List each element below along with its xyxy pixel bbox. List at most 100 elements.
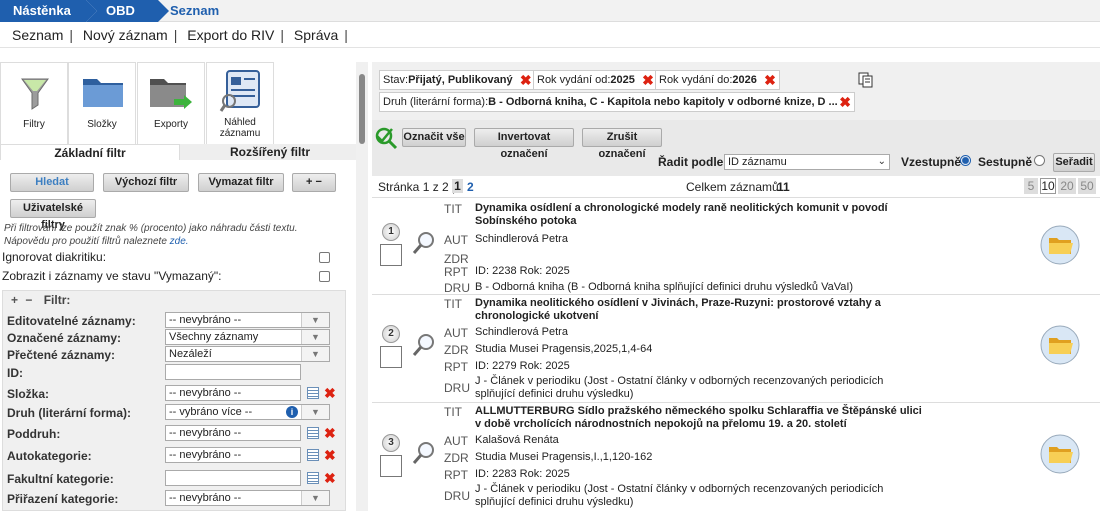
record-select-checkbox[interactable] [380, 455, 402, 477]
sort-select[interactable]: ID záznamu ⌄ [724, 154, 890, 170]
editable-select[interactable]: -- nevybráno -- ▼ [165, 312, 330, 328]
list-picker-icon[interactable] [307, 449, 319, 461]
ignore-diacritics-checkbox[interactable] [319, 252, 330, 263]
filter-row-autocategory: Autokategorie: -- nevybráno -- ✖ [7, 447, 345, 465]
chevron-down-icon: ⌄ [877, 156, 886, 167]
unmark-button[interactable]: Zrušit označení [582, 128, 662, 160]
clear-x-icon[interactable]: ✖ [324, 426, 336, 440]
kind-select[interactable]: -- vybráno více -- i ▼ [165, 404, 330, 420]
filter-row-read: Přečtené záznamy: Nezáleží ▼ [7, 346, 345, 364]
top-menu: Seznam | Nový záznam | Export do RIV | Sprá… [0, 22, 1100, 48]
page-1[interactable]: 1 [452, 179, 463, 193]
copy-icon[interactable] [858, 72, 874, 88]
list-picker-icon[interactable] [307, 427, 319, 439]
menu-export-riv[interactable]: Export do RIV [187, 27, 274, 43]
clear-x-icon[interactable]: ✖ [324, 386, 336, 400]
autocategory-field[interactable]: -- nevybráno -- [165, 447, 301, 463]
filter-row-category-assignment: Přiřazení kategorie: -- nevybráno -- ▼ [7, 490, 345, 508]
expand-collapse-button[interactable]: + − [292, 173, 336, 192]
chevron-down-icon: ▼ [301, 491, 329, 505]
remove-filter-icon[interactable]: ✖ [839, 95, 851, 109]
tile-nahled[interactable]: Náhled záznamu [206, 62, 274, 144]
sort-button[interactable]: Seřadit [1053, 153, 1095, 172]
page-size-50[interactable]: 50 [1078, 178, 1096, 194]
tile-exporty[interactable]: Exporty [137, 62, 205, 144]
open-folder-icon[interactable] [1040, 325, 1080, 365]
record-select-checkbox[interactable] [380, 346, 402, 368]
id-input[interactable] [165, 364, 301, 380]
export-folder-icon [150, 79, 192, 109]
filter-label: Poddruh: [7, 427, 61, 441]
tile-label: Složky [87, 119, 117, 130]
page-2[interactable]: 2 [467, 180, 474, 194]
scrollbar-thumb[interactable] [359, 74, 365, 144]
tab-basic-filter[interactable]: Základní filtr [0, 144, 180, 160]
tile-filtry[interactable]: Filtry [0, 62, 68, 144]
filter-tag-stav: Stav:Přijatý, Publikovaný ✖ [379, 70, 536, 90]
filter-label: Označené záznamy: [7, 331, 122, 345]
invert-selection-button[interactable]: Invertovat označení [474, 128, 574, 160]
page-size-10[interactable]: 10 [1040, 178, 1056, 194]
page-size-5[interactable]: 5 [1024, 178, 1038, 194]
record-title[interactable]: Dynamika osídlení a chronologické modely… [475, 202, 945, 228]
funnel-icon [21, 78, 49, 110]
remove-filter-icon[interactable]: ✖ [520, 73, 532, 87]
expand-icon[interactable]: + [11, 293, 18, 307]
remove-filter-icon[interactable]: ✖ [642, 73, 654, 87]
category-assignment-select[interactable]: -- nevybráno -- ▼ [165, 490, 330, 506]
tag-key: Rok vydání od: [537, 74, 611, 86]
menu-novy-zaznam[interactable]: Nový záznam [83, 27, 168, 43]
field-label-zdr: ZDR [444, 451, 469, 465]
check-magnifier-icon[interactable] [374, 126, 400, 150]
faculty-category-field[interactable] [165, 470, 301, 486]
breadcrumb-seznam: Seznam [170, 3, 220, 18]
open-folder-icon[interactable] [1040, 434, 1080, 474]
record-2: 2 TIT Dynamika neolitického osídlení v J… [372, 295, 1100, 403]
info-icon[interactable]: i [286, 406, 298, 418]
clear-x-icon[interactable]: ✖ [324, 471, 336, 485]
clear-x-icon[interactable]: ✖ [324, 448, 336, 462]
collapse-icon[interactable]: − [25, 293, 32, 307]
tile-slozky[interactable]: Složky [68, 62, 136, 144]
magnifier-icon[interactable] [412, 333, 436, 357]
record-author: Schindlerová Petra [475, 326, 568, 338]
sort-desc-radio[interactable] [1034, 155, 1045, 166]
record-author: Schindlerová Petra [475, 233, 568, 245]
chevron-down-icon: ▼ [301, 405, 329, 419]
clear-filter-button[interactable]: Vymazat filtr [198, 173, 284, 192]
show-deleted-label: Zobrazit i záznamy ve stavu "Vymazaný": [2, 269, 222, 283]
sort-asc-radio[interactable] [960, 155, 971, 166]
chevron-down-icon: ▼ [301, 347, 329, 361]
marked-select[interactable]: Všechny záznamy ▼ [165, 329, 330, 345]
tile-label: Exporty [154, 119, 188, 130]
magnifier-icon[interactable] [412, 441, 436, 465]
open-folder-icon[interactable] [1040, 225, 1080, 265]
menu-seznam[interactable]: Seznam [12, 27, 63, 43]
read-select[interactable]: Nezáleží ▼ [165, 346, 330, 362]
sort-label: Řadit podle: [658, 155, 728, 169]
subkind-field[interactable]: -- nevybráno -- [165, 425, 301, 441]
search-button[interactable]: Hledat [10, 173, 94, 192]
record-select-checkbox[interactable] [380, 244, 402, 266]
list-picker-icon[interactable] [307, 472, 319, 484]
menu-sprava[interactable]: Správa [294, 27, 338, 43]
list-picker-icon[interactable] [307, 387, 319, 399]
remove-filter-icon[interactable]: ✖ [764, 73, 776, 87]
sidebar-scrollbar[interactable] [356, 62, 368, 511]
breadcrumb-nastenka[interactable]: Nástěnka [0, 0, 97, 22]
select-value: -- nevybráno -- [169, 492, 242, 504]
record-title[interactable]: ALLMUTTERBURG Sídlo pražského německého … [475, 405, 925, 431]
help-link[interactable]: zde. [170, 236, 189, 247]
page-size-20[interactable]: 20 [1058, 178, 1076, 194]
tab-advanced-filter[interactable]: Rozšířený filtr [180, 144, 360, 160]
mark-all-button[interactable]: Označit vše [402, 128, 466, 147]
folder-field[interactable]: -- nevybráno -- [165, 385, 301, 401]
default-filter-button[interactable]: Výchozí filtr [103, 173, 189, 192]
filter-help-text: Při filtrování lze použít znak % (procen… [4, 222, 344, 248]
record-title[interactable]: Dynamika neolitického osídlení v Jivinác… [475, 297, 945, 323]
record-id-year: ID: 2283 Rok: 2025 [475, 468, 570, 480]
filter-label: Autokategorie: [7, 449, 92, 463]
user-filters-button[interactable]: Uživatelské filtry [10, 199, 96, 231]
magnifier-icon[interactable] [412, 231, 436, 255]
show-deleted-checkbox[interactable] [319, 271, 330, 282]
